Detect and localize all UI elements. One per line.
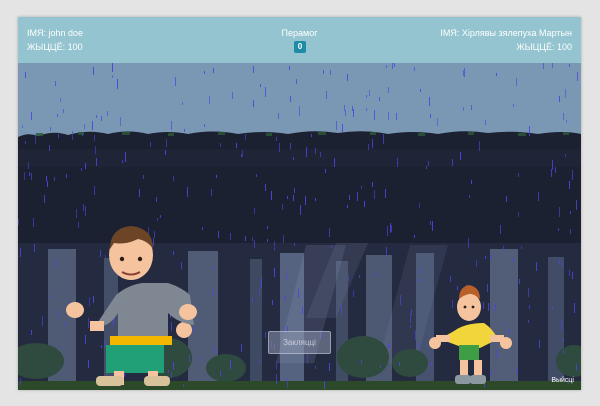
player-right-fist: [179, 304, 197, 320]
enemy-health: ЖЫЦЦЁ: 100: [516, 42, 572, 52]
enemy-name: ІМЯ: Хірлявы зялепуха Мартын: [440, 28, 572, 38]
player-right-hand: [176, 322, 192, 338]
player-health: ЖЫЦЦЁ: 100: [27, 42, 83, 52]
spells-button[interactable]: Закляцці: [268, 331, 331, 354]
wins-count-badge: 0: [294, 41, 306, 53]
player-left-fist: [66, 302, 84, 318]
hud-bar: ІМЯ: john doe ЖЫЦЦЁ: 100 Перамог 0 ІМЯ: …: [18, 17, 581, 63]
exit-link[interactable]: Выйсці: [551, 377, 574, 384]
game-area: ІМЯ: john doe ЖЫЦЦЁ: 100 Перамог 0 ІМЯ: …: [18, 17, 581, 390]
